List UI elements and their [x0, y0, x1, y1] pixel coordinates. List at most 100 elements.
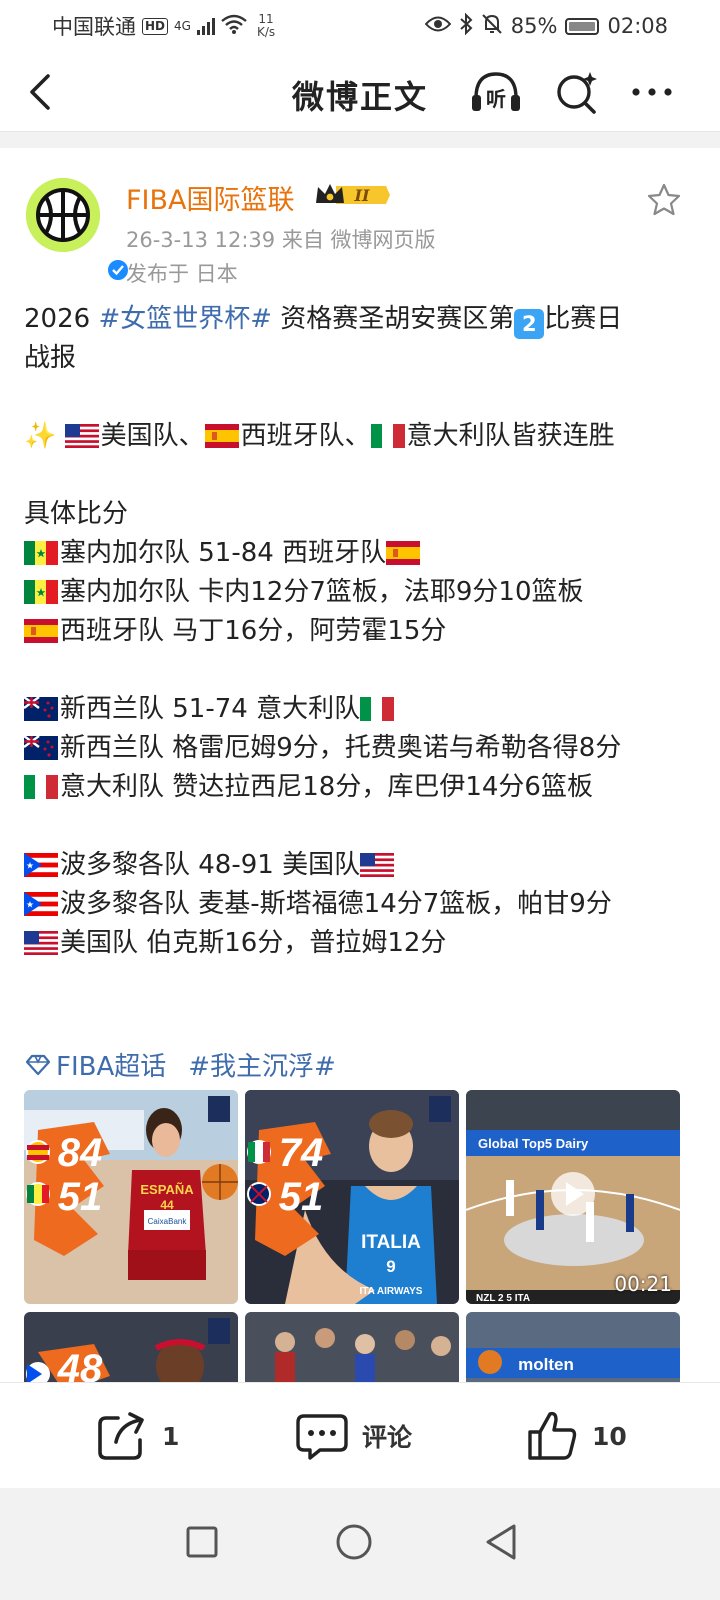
text-segment: 比赛日	[544, 304, 623, 334]
net-speed: 11 K/s	[257, 13, 275, 39]
home-button[interactable]	[322, 1510, 386, 1574]
italy-flag-icon	[24, 775, 58, 799]
hashtag-link[interactable]: #女篮世界杯#	[98, 304, 272, 334]
more-dots-icon	[632, 88, 672, 96]
score-bottom-text: 51	[279, 1175, 324, 1219]
text-segment: 波多黎各队 48-91 美国队	[60, 850, 361, 880]
battery-percent: 85%	[510, 14, 558, 38]
member-crown-badge[interactable]: II	[314, 181, 390, 209]
search-button[interactable]	[552, 68, 604, 116]
triangle-back-icon	[486, 1524, 516, 1560]
search-spark-icon	[557, 72, 597, 114]
text-segment: 2026	[24, 304, 99, 334]
star-icon	[647, 183, 681, 216]
text-segment: 意大利队皆获连胜	[406, 421, 615, 451]
listen-label: 听	[486, 87, 506, 111]
text-line: 具体比分	[24, 499, 129, 529]
text-segment: 美国队 伯克斯16分，普拉姆12分	[60, 928, 447, 958]
recent-apps-button[interactable]	[170, 1510, 234, 1574]
net-speed-unit: K/s	[256, 25, 276, 39]
scoreboard-text: NZL 2 5 ITA	[476, 1293, 530, 1304]
repost-button[interactable]: 1	[96, 1409, 179, 1463]
score-top-text: 84	[58, 1131, 103, 1175]
post-body: 2026 #女篮世界杯# 资格赛圣胡安赛区第 2 比赛日 战报 ✨ 美国队、 西班牙队…	[24, 300, 696, 963]
text-line: 新西兰队 格雷厄姆9分，托费奥诺与希勒各得8分	[24, 729, 696, 768]
listen-button[interactable]: 听	[468, 68, 520, 116]
super-topic-link[interactable]: FIBA超话	[24, 1046, 166, 1083]
text-line: 意大利队 赞达拉西尼18分，库巴伊14分6篮板	[24, 768, 696, 807]
system-back-button[interactable]	[470, 1510, 534, 1574]
arena-banner-text: Global Top5 Dairy	[478, 1136, 589, 1151]
spain-flag-icon	[204, 424, 239, 448]
avatar[interactable]	[26, 178, 130, 282]
more-button[interactable]	[626, 68, 678, 116]
like-button[interactable]: 10	[526, 1409, 627, 1463]
text-line: 美国队 伯克斯16分，普拉姆12分	[24, 924, 696, 963]
italy-flag-icon	[360, 697, 395, 721]
post-meta: 26-3-13 12:39 来自 微博网页版	[126, 228, 436, 252]
photo-thumbnail[interactable]: ITALIA 9 ITA AIRWAYS 74 51	[245, 1090, 459, 1304]
diamond-icon	[25, 1054, 51, 1075]
usa-flag-icon	[360, 853, 395, 877]
text-line: 波多黎各队 48-91 美国队	[24, 846, 696, 885]
text-segment: 新西兰队 格雷厄姆9分，托费奥诺与希勒各得8分	[60, 733, 622, 763]
puerto-rico-flag-icon	[24, 892, 58, 916]
headphones-icon: 听	[472, 72, 520, 111]
author-name[interactable]: FIBA国际篮联	[126, 178, 295, 217]
sparkle-icon: ✨	[24, 421, 65, 451]
bluetooth-icon	[459, 12, 473, 40]
arena-banner-text: molten	[518, 1355, 574, 1374]
post-action-bar: 1 评论 10	[0, 1382, 720, 1488]
wifi-icon	[221, 14, 247, 39]
badge-level: II	[354, 186, 370, 205]
text-line: ✨ 美国队、 西班牙队、 意大利队皆获连胜	[24, 417, 696, 456]
jersey-sponsor-text: CaixaBank	[148, 1217, 188, 1226]
jersey-number-text: 44	[160, 1198, 174, 1212]
topic-links: FIBA超话 #我主沉浮#	[24, 1046, 336, 1083]
text-segment: 塞内加尔队 51-84 西班牙队	[60, 538, 387, 568]
hashtag-link[interactable]: #我主沉浮#	[188, 1046, 336, 1083]
text-line: 塞内加尔队 51-84 西班牙队	[24, 534, 696, 573]
text-line: 2026 #女篮世界杯# 资格赛圣胡安赛区第 2 比赛日	[24, 300, 696, 339]
jersey-sponsor-text: ITA AIRWAYS	[360, 1286, 423, 1297]
comment-button[interactable]: 评论	[296, 1409, 412, 1463]
text-line: 新西兰队 51-74 意大利队	[24, 690, 696, 729]
hd-badge: HD	[142, 17, 169, 35]
text-segment: 西班牙队 马丁16分，阿劳霍15分	[60, 616, 447, 646]
text-segment: 意大利队 赞达拉西尼18分，库巴伊14分6篮板	[60, 772, 593, 802]
text-segment: 新西兰队 51-74 意大利队	[60, 694, 361, 724]
senegal-flag-icon	[24, 541, 58, 565]
usa-flag-icon	[24, 931, 58, 955]
post-location: 发布于 日本	[126, 262, 238, 286]
senegal-flag-icon	[24, 580, 58, 604]
spain-flag-icon	[24, 619, 58, 643]
status-bar: 中国联通 HD 4G 11 K/s 85% 02:08	[0, 0, 720, 52]
post-card: FIBA国际篮联 II 26-3-13 12:39 来自 微博网页版 发布于 日…	[0, 148, 720, 1398]
video-thumbnail[interactable]: Global Top5 Dairy NZL 2 5 ITA 00:21	[466, 1090, 680, 1304]
top-nav-bar: 微博正文 听	[0, 52, 720, 132]
battery-icon	[565, 17, 600, 35]
jersey-team-text: ITALIA	[361, 1232, 421, 1253]
crown-icon: II	[316, 184, 390, 205]
circle-icon	[336, 1524, 372, 1560]
page-title: 微博正文	[291, 78, 428, 116]
thumbs-up-icon	[528, 1411, 577, 1460]
photo-thumbnail[interactable]: ESPAÑA 44 CaixaBank 84 51	[24, 1090, 238, 1304]
new-zealand-flag-icon	[24, 697, 58, 721]
text-line: 塞内加尔队 卡内12分7篮板，法耶9分10篮板	[24, 573, 696, 612]
comment-label: 评论	[362, 1423, 413, 1452]
jersey-team-text: ESPAÑA	[140, 1182, 194, 1197]
jersey-number-text: 9	[386, 1257, 395, 1276]
new-zealand-flag-icon	[24, 736, 58, 760]
text-line: 波多黎各队 麦基-斯塔福德14分7篮板，帕甘9分	[24, 885, 696, 924]
mute-bell-icon	[481, 13, 503, 40]
puerto-rico-flag-icon	[24, 853, 58, 877]
number-emoji-icon: 2	[514, 309, 545, 339]
clock: 02:08	[607, 14, 668, 38]
favorite-button[interactable]	[646, 182, 682, 218]
video-duration: 00:21	[614, 1272, 672, 1296]
text-line: 西班牙队 马丁16分，阿劳霍15分	[24, 612, 696, 651]
